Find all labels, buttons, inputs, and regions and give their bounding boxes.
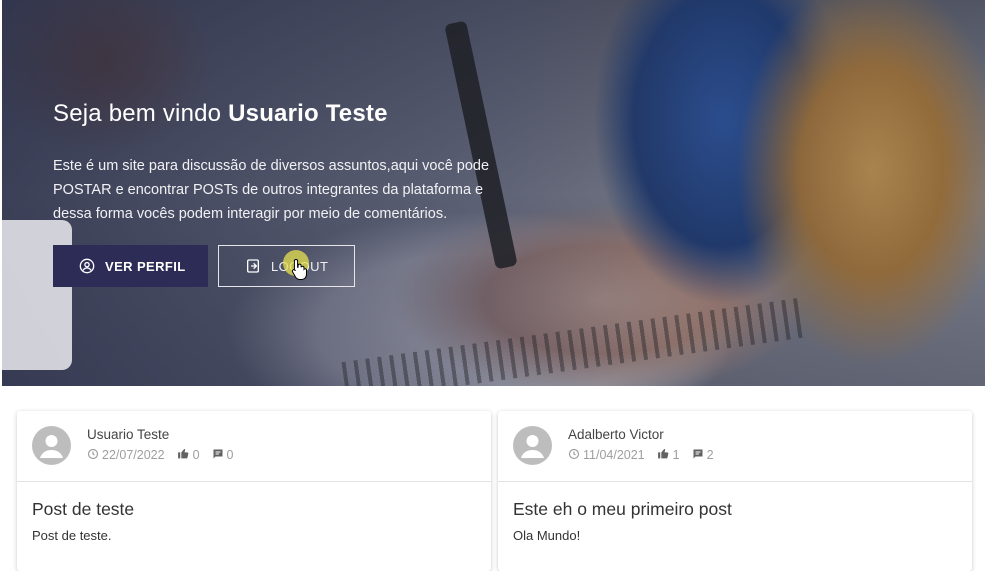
hero-image-notebook [341, 298, 803, 386]
thumb-up-icon[interactable] [177, 447, 190, 463]
post-card[interactable]: Adalberto Victor 11/04/2021 1 2 Este eh … [498, 411, 972, 571]
post-card-body: Este eh o meu primeiro post Ola Mundo! [498, 482, 972, 560]
clock-icon [568, 448, 580, 463]
post-title[interactable]: Este eh o meu primeiro post [513, 499, 957, 520]
welcome-heading: Seja bem vindo Usuario Teste [53, 100, 388, 127]
post-card-header: Adalberto Victor 11/04/2021 1 2 [498, 411, 972, 482]
post-likes: 1 [672, 448, 680, 462]
avatar-person-icon [32, 426, 71, 465]
post-comments: 0 [226, 448, 234, 462]
post-card[interactable]: Usuario Teste 22/07/2022 0 0 Post de tes… [17, 411, 491, 571]
logout-icon [245, 258, 261, 274]
post-card-body: Post de teste Post de teste. [17, 482, 491, 560]
view-profile-button[interactable]: VER PERFIL [53, 245, 208, 287]
post-title[interactable]: Post de teste [32, 499, 476, 520]
post-author: Usuario Teste [87, 427, 170, 442]
post-author: Adalberto Victor [568, 427, 664, 442]
welcome-user-name: Usuario Teste [228, 100, 388, 127]
view-profile-label: VER PERFIL [105, 258, 186, 274]
hand-cursor-icon [291, 258, 307, 280]
post-date: 22/07/2022 [102, 448, 165, 462]
comment-icon[interactable] [212, 448, 224, 463]
post-likes: 0 [192, 448, 200, 462]
avatar-person-icon [513, 426, 552, 465]
post-comments: 2 [706, 448, 714, 462]
post-text: Post de teste. [32, 528, 112, 543]
post-date: 11/04/2021 [583, 448, 645, 462]
thumb-up-icon[interactable] [657, 447, 670, 463]
posts-list: Usuario Teste 22/07/2022 0 0 Post de tes… [0, 386, 987, 571]
post-meta: 11/04/2021 1 2 [568, 447, 726, 463]
hero-image-cup [2, 220, 72, 370]
hero-description: Este é um site para discussão de diverso… [53, 158, 490, 222]
hero-image-pen [444, 20, 518, 270]
account-circle-icon [79, 258, 95, 274]
post-card-header: Usuario Teste 22/07/2022 0 0 [17, 411, 491, 482]
clock-icon [87, 448, 99, 463]
comment-icon[interactable] [692, 448, 704, 463]
hero-banner: Seja bem vindo Usuario Teste Este é um s… [2, 0, 985, 386]
post-text: Ola Mundo! [513, 528, 581, 543]
post-meta: 22/07/2022 0 0 [87, 447, 245, 463]
